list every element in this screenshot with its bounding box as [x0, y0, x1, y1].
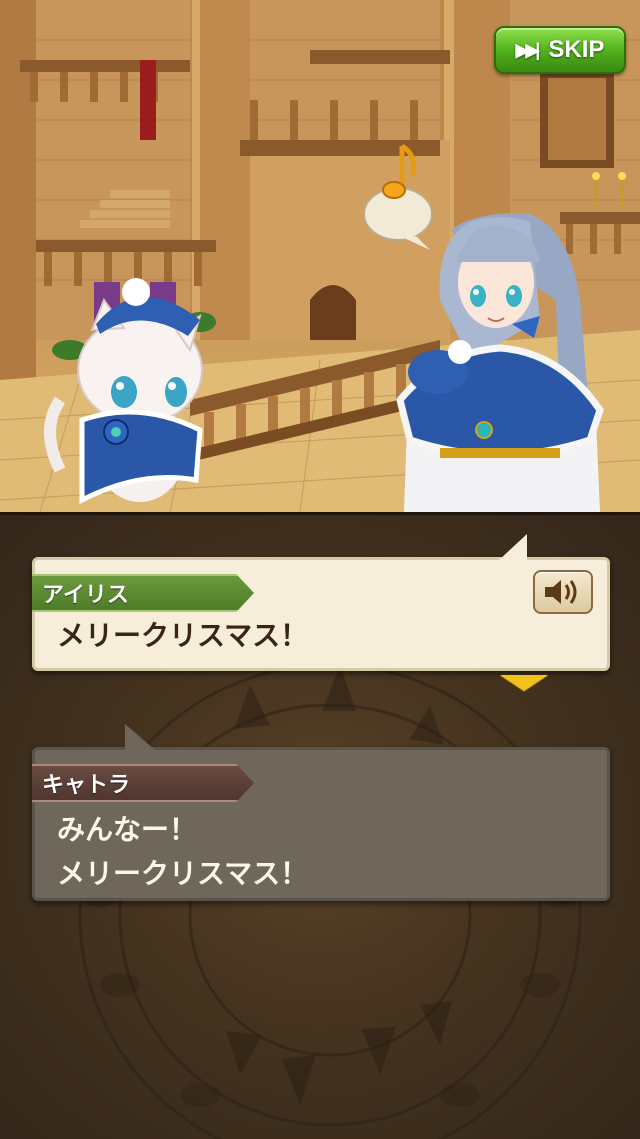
skip-label: SKIP	[548, 36, 605, 63]
dialogue-panel[interactable]: アイリス メリークリスマス！ キャトラ みんなー！ メリークリスマス！	[0, 512, 640, 1139]
speaker-icon	[545, 580, 577, 604]
previous-dialogue-bubble: キャトラ みんなー！ メリークリスマス！	[32, 724, 610, 901]
triangle-down-icon[interactable]	[500, 675, 548, 691]
bubble-tail	[499, 534, 527, 560]
fast-forward-icon: ▶▶|	[515, 39, 541, 60]
dialogue-text: みんなー！ メリークリスマス！	[57, 813, 309, 890]
voice-replay-button[interactable]	[533, 570, 593, 614]
speaker-name: アイリス	[42, 583, 129, 608]
skip-button[interactable]: ▶▶| SKIP	[494, 26, 626, 74]
dialogue-text: メリークリスマス！	[57, 619, 309, 652]
castle-background	[0, 0, 640, 512]
story-scene[interactable]: ▶▶| SKIP	[0, 0, 640, 512]
speaker-nametag: アイリス	[32, 574, 254, 612]
bubble-tail	[125, 724, 155, 750]
current-dialogue-bubble[interactable]: アイリス メリークリスマス！	[32, 534, 610, 671]
speaker-nametag: キャトラ	[32, 764, 254, 802]
speaker-name: キャトラ	[42, 773, 131, 798]
